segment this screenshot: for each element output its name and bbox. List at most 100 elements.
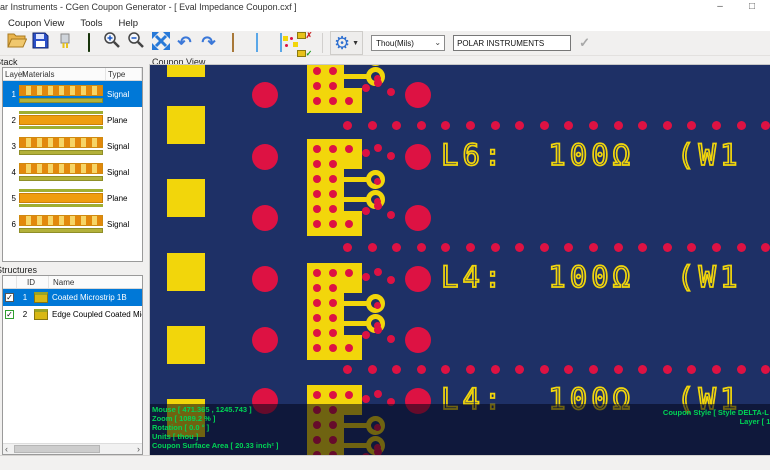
layout-view-button[interactable] [269, 32, 292, 54]
plug-icon [57, 32, 73, 55]
via-dot [313, 205, 321, 213]
structure-row-2[interactable]: ✓2Edge Coupled Coated Microstrip 1B [3, 306, 142, 323]
coupon-board-button[interactable] [77, 32, 100, 54]
material-graphic-signal [18, 163, 104, 181]
via-dot [329, 329, 337, 337]
title-bar: Polar Instruments - CGen Coupon Generato… [0, 0, 770, 15]
dot-row-dot [491, 365, 500, 374]
units-dropdown[interactable]: Thou(Mils)⌄ [371, 35, 445, 51]
via-dot [313, 220, 321, 228]
dot-row-dot [515, 121, 524, 130]
dot-row-dot [343, 121, 352, 130]
via-dot [313, 175, 321, 183]
dot-row-dot [589, 121, 598, 130]
stack-row-layer-4[interactable]: 4Signal [3, 159, 142, 185]
dot-row-dot [540, 243, 549, 252]
via-dot [313, 269, 321, 277]
scrollbar-thumb[interactable] [14, 445, 100, 453]
trace-ring-pad [366, 294, 385, 313]
status-line: Layer [ 1 ] [663, 417, 770, 426]
pcb-square [167, 253, 205, 291]
drill-hole [252, 266, 278, 292]
redo-button[interactable]: ↷ [197, 32, 220, 54]
structures-table-header: IDName [3, 276, 142, 289]
trace-label: L6: 100Ω (W1 [441, 141, 741, 170]
col-checkbox [3, 276, 17, 288]
stack-panel-label: Stack [0, 57, 18, 67]
maximize-button[interactable]: □ [740, 1, 764, 12]
scroll-left-icon[interactable]: ‹ [5, 444, 8, 454]
status-line: Units [ thou ] [152, 432, 278, 441]
probe-dot [362, 331, 370, 339]
save-icon [32, 32, 49, 54]
toolbar: ↶ ↷ ✗✓ ⚙▼ Thou(Mils)⌄ ✓ [0, 31, 770, 56]
dot-row-dot [638, 365, 647, 374]
dot-row-dot [491, 243, 500, 252]
save-button[interactable] [29, 32, 52, 54]
menu-item-help[interactable]: Help [119, 17, 147, 30]
plug-button[interactable] [53, 32, 76, 54]
layer-type: Plane [104, 116, 142, 125]
dot-row-dot [589, 243, 598, 252]
layer-type: Signal [104, 142, 142, 151]
via-dot [329, 67, 337, 75]
via-dot [313, 299, 321, 307]
col-id: ID [17, 276, 49, 288]
dot-row-dot [441, 121, 450, 130]
zoom-out-button[interactable] [125, 32, 148, 54]
toolbar-separator [322, 33, 323, 53]
col-type: Type [106, 68, 142, 80]
undo-icon: ↶ [177, 34, 191, 53]
stack-row-layer-5[interactable]: 5Plane [3, 185, 142, 211]
apply-discard-button[interactable]: ✗✓ [293, 32, 316, 54]
stack-row-layer-6[interactable]: 6Signal [3, 211, 142, 237]
dot-row-dot [564, 365, 573, 374]
scroll-right-icon[interactable]: › [137, 444, 140, 454]
horizontal-scrollbar[interactable]: ‹› [3, 443, 142, 454]
via-dot [313, 145, 321, 153]
structure-row-1[interactable]: ✓1Coated Microstrip 1B [3, 289, 142, 306]
settings-button[interactable]: ⚙▼ [330, 31, 363, 55]
render-view-button[interactable] [245, 32, 268, 54]
probe-dot [374, 268, 382, 276]
stack-row-layer-1[interactable]: 1Signal [3, 81, 142, 107]
via-dot [345, 269, 353, 277]
via-dot [313, 190, 321, 198]
via-dot [329, 145, 337, 153]
minimize-button[interactable]: – [708, 1, 732, 12]
via-dot [313, 284, 321, 292]
open-folder-button[interactable] [5, 32, 28, 54]
structure-checkbox[interactable]: ✓ [5, 310, 14, 319]
coupon-text-input[interactable] [453, 35, 571, 51]
via-dot [313, 329, 321, 337]
stack-row-layer-3[interactable]: 3Signal [3, 133, 142, 159]
menu-item-tools[interactable]: Tools [80, 17, 110, 30]
status-line: Rotation [ 0.0 ° ] [152, 423, 278, 432]
confirm-check-icon[interactable]: ✓ [579, 35, 590, 51]
probe-dot [387, 335, 395, 343]
structure-checkbox[interactable]: ✓ [5, 293, 14, 302]
drill-hole [405, 327, 431, 353]
trace-ring-pad [366, 64, 385, 66]
measure-button[interactable] [221, 32, 244, 54]
zoom-in-button[interactable] [101, 32, 124, 54]
menu-item-coupon-view[interactable]: Coupon View [8, 17, 72, 30]
coupon-canvas[interactable]: L6: 100Ω (W1L4: 100Ω (W1L4: 100Ω (W1Mous… [149, 64, 770, 455]
application-window: Polar Instruments - CGen Coupon Generato… [0, 0, 770, 470]
structure-name: Coated Microstrip 1B [52, 293, 127, 302]
dot-row-dot [589, 365, 598, 374]
pcb-square [167, 179, 205, 217]
structures-table[interactable]: IDName✓1Coated Microstrip 1B✓2Edge Coupl… [2, 275, 143, 455]
layer-type: Plane [104, 194, 142, 203]
dot-row-dot [441, 365, 450, 374]
stack-table[interactable]: LayerMaterialsType1Signal2Plane3Signal4S… [2, 67, 143, 262]
probe-dot [374, 202, 382, 210]
stack-row-layer-2[interactable]: 2 Plane [3, 107, 142, 133]
via-dot [329, 82, 337, 90]
fit-view-button[interactable] [149, 32, 172, 54]
dot-row-dot [343, 243, 352, 252]
layer-number: 2 [3, 116, 18, 125]
dot-row-dot [417, 365, 426, 374]
undo-button[interactable]: ↶ [173, 32, 196, 54]
dot-row-dot [417, 121, 426, 130]
